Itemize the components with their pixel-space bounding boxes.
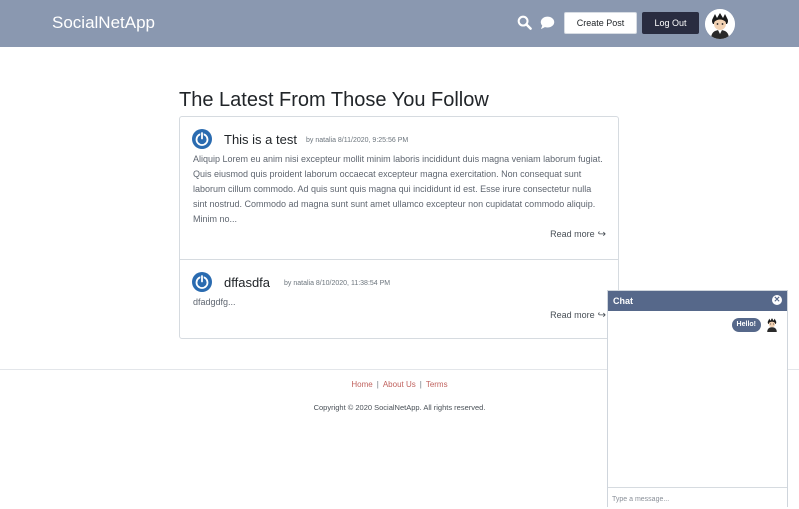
post-body: Aliquip Lorem eu anim nisi excepteur mol… — [193, 154, 603, 224]
chat-avatar — [767, 318, 777, 332]
close-icon[interactable]: ✕ — [772, 295, 782, 305]
search-icon[interactable] — [517, 15, 532, 30]
footer-separator: | — [376, 380, 379, 389]
post-card: This is a test by natalia 8/11/2020, 9:2… — [180, 117, 618, 260]
footer-link-about[interactable]: About Us — [383, 380, 416, 389]
log-out-button[interactable]: Log Out — [642, 12, 699, 34]
top-navbar: SocialNetApp Create Post Log Out — [0, 0, 799, 47]
power-avatar-icon — [192, 272, 212, 292]
post-title[interactable]: This is a test — [224, 132, 297, 147]
share-arrow-icon: ↪ — [597, 229, 606, 240]
post-body: dfadgdfg... — [193, 297, 236, 307]
post-title[interactable]: dffasdfa — [224, 275, 270, 290]
post-card: dffasdfa by natalia 8/10/2020, 11:38:54 … — [180, 260, 618, 338]
share-arrow-icon: ↪ — [597, 310, 606, 321]
brand-logo[interactable]: SocialNetApp — [52, 13, 155, 33]
footer-separator: | — [419, 380, 422, 389]
read-more-link[interactable]: Read more ↪ — [550, 310, 606, 321]
avatar[interactable] — [705, 9, 735, 39]
footer-link-terms[interactable]: Terms — [426, 380, 448, 389]
chat-message: Hello! — [731, 318, 761, 332]
create-post-button[interactable]: Create Post — [564, 12, 637, 34]
post-meta: by natalia 8/11/2020, 9:25:56 PM — [306, 137, 409, 144]
read-more-label: Read more — [550, 310, 595, 320]
chat-title: Chat — [613, 296, 633, 306]
read-more-label: Read more — [550, 229, 595, 239]
chat-window: Chat ✕ Hello! — [607, 290, 788, 509]
read-more-link[interactable]: Read more ↪ — [550, 229, 606, 240]
post-meta: by natalia 8/10/2020, 11:38:54 PM — [284, 280, 391, 287]
power-avatar-icon — [192, 129, 212, 149]
footer-link-home[interactable]: Home — [351, 380, 372, 389]
chat-icon[interactable] — [540, 16, 555, 30]
chat-input-area — [608, 487, 787, 509]
feed-list: This is a test by natalia 8/11/2020, 9:2… — [179, 116, 619, 339]
chat-message-input[interactable] — [608, 490, 787, 509]
chat-header: Chat ✕ — [608, 291, 787, 311]
feed-title: The Latest From Those You Follow — [179, 89, 489, 111]
